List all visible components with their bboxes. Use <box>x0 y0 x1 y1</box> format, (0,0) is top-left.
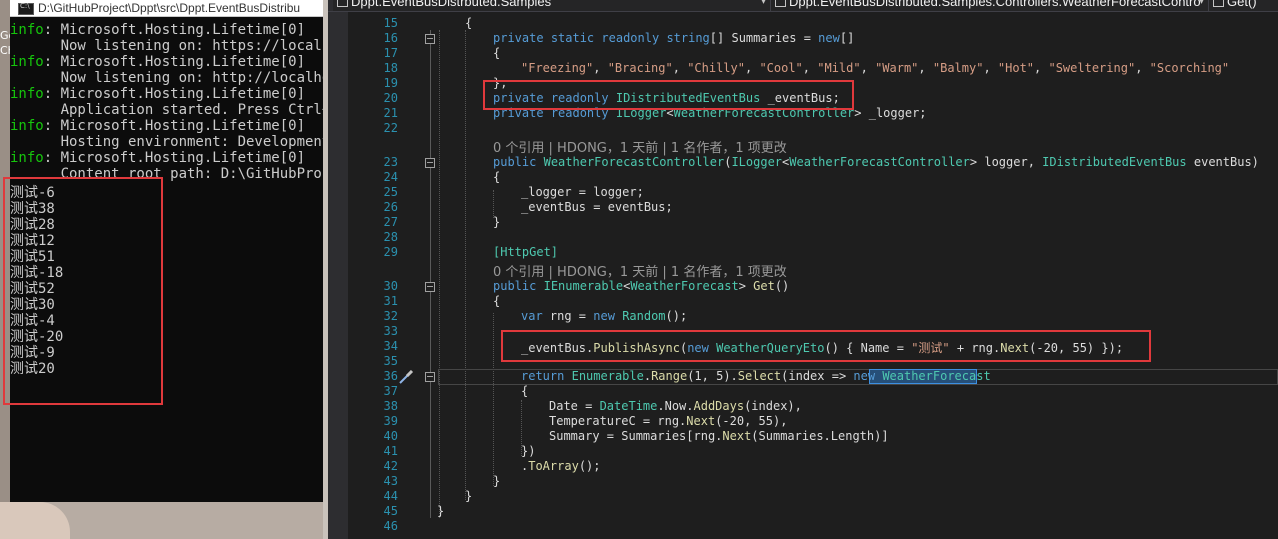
code-line[interactable]: } <box>493 215 500 230</box>
code-line[interactable]: TemperatureC = rng.Next(-20, 55), <box>549 414 787 429</box>
codelens-info[interactable]: 0 个引用 | HDONG，1 天前 | 1 名作者，1 项更改 <box>493 137 787 156</box>
line-number: 27 <box>383 215 398 229</box>
indent-guide <box>465 30 466 500</box>
member-label: Get() <box>1227 0 1257 9</box>
line-number: 38 <box>383 399 398 413</box>
line-number: 43 <box>383 474 398 488</box>
line-number: 41 <box>383 444 398 458</box>
line-number: 24 <box>383 170 398 184</box>
log-line: Hosting environment: Development <box>10 134 323 150</box>
code-editor: Dppt.EventBusDistrbuted.Samples ▾ Dppt.E… <box>328 0 1278 539</box>
line-number: 35 <box>383 354 398 368</box>
line-number: 33 <box>383 324 398 338</box>
class-label: Dppt.EventBusDistributed.Samples.Control… <box>789 0 1201 9</box>
line-number: 17 <box>383 46 398 60</box>
csharp-project-icon <box>337 0 348 7</box>
code-line[interactable]: [HttpGet] <box>493 245 558 260</box>
member-dropdown[interactable]: Get() <box>1209 0 1278 11</box>
code-line[interactable]: } <box>465 489 472 504</box>
line-number: 19 <box>383 76 398 90</box>
line-number: 21 <box>383 106 398 120</box>
code-line[interactable]: } <box>493 474 500 489</box>
indent-guide <box>493 313 494 486</box>
collapse-toggle[interactable] <box>425 372 435 382</box>
log-line: info: Microsoft.Hosting.Lifetime[0] <box>10 54 306 70</box>
desktop-wallpaper <box>0 502 323 539</box>
console-titlebar[interactable]: C:\ D:\GitHubProject\Dppt\src\Dppt.Event… <box>10 0 323 17</box>
line-number: 30 <box>383 279 398 293</box>
indent-guide <box>439 30 440 518</box>
log-line: Now listening on: https://localho <box>10 38 323 54</box>
class-dropdown[interactable]: Dppt.EventBusDistributed.Samples.Control… <box>771 0 1209 11</box>
line-number: 34 <box>383 339 398 353</box>
line-number: 39 <box>383 414 398 428</box>
method-icon <box>1213 0 1224 7</box>
code-line[interactable]: private static readonly string[] Summari… <box>493 31 854 46</box>
line-number: 36 <box>383 369 398 383</box>
code-line[interactable]: { <box>493 170 500 185</box>
line-number: 16 <box>383 31 398 45</box>
console-window: C:\ D:\GitHubProject\Dppt\src\Dppt.Event… <box>0 0 323 539</box>
line-number: 26 <box>383 200 398 214</box>
log-line: info: Microsoft.Hosting.Lifetime[0] <box>10 118 306 134</box>
code-line[interactable]: }) <box>521 444 535 459</box>
log-line: Application started. Press Ctrl+C <box>10 102 323 118</box>
eventbus-field-highlight-box <box>483 80 854 110</box>
console-app-icon: C:\ <box>18 2 34 15</box>
code-line[interactable]: { <box>493 294 500 309</box>
line-number: 22 <box>383 121 398 135</box>
log-line: info: Microsoft.Hosting.Lifetime[0] <box>10 150 306 166</box>
output-highlight-box <box>3 177 163 405</box>
line-number: 25 <box>383 185 398 199</box>
line-number: 46 <box>383 519 398 533</box>
project-label: Dppt.EventBusDistrbuted.Samples <box>351 0 552 9</box>
collapse-toggle[interactable] <box>425 282 435 292</box>
class-icon <box>775 0 786 7</box>
codelens-info[interactable]: 0 个引用 | HDONG，1 天前 | 1 名作者，1 项更改 <box>493 261 787 280</box>
line-number: 40 <box>383 429 398 443</box>
log-line: info: Microsoft.Hosting.Lifetime[0] <box>10 22 306 38</box>
line-number: 31 <box>383 294 398 308</box>
line-number: 18 <box>383 61 398 75</box>
line-number: 45 <box>383 504 398 518</box>
log-line: Now listening on: http://localhos <box>10 70 323 86</box>
publish-call-highlight-box <box>501 330 1151 362</box>
log-line: info: Microsoft.Hosting.Lifetime[0] <box>10 86 306 102</box>
screwdriver-icon[interactable] <box>398 370 414 384</box>
code-line[interactable]: { <box>521 384 528 399</box>
code-line[interactable]: Summary = Summaries[rng.Next(Summaries.L… <box>549 429 889 444</box>
code-line[interactable]: public IEnumerable<WeatherForecast> Get(… <box>493 279 789 294</box>
code-line[interactable]: } <box>437 504 444 519</box>
line-number: 20 <box>383 91 398 105</box>
code-line[interactable]: { <box>493 46 500 61</box>
code-line[interactable]: Date = DateTime.Now.AddDays(index), <box>549 399 802 414</box>
project-dropdown[interactable]: Dppt.EventBusDistrbuted.Samples ▾ <box>333 0 771 11</box>
code-line[interactable]: public WeatherForecastController(ILogger… <box>493 155 1259 170</box>
outlining-guide <box>430 30 431 518</box>
indent-guide <box>493 190 494 218</box>
line-number: 15 <box>383 16 398 30</box>
navigation-bar: Dppt.EventBusDistrbuted.Samples ▾ Dppt.E… <box>328 0 1278 12</box>
chevron-down-icon: ▾ <box>1198 0 1204 7</box>
line-number: 32 <box>383 309 398 323</box>
code-line[interactable]: .ToArray(); <box>521 459 601 474</box>
code-line[interactable]: _eventBus = eventBus; <box>521 200 673 215</box>
line-number: 23 <box>383 155 398 169</box>
collapse-toggle[interactable] <box>425 158 435 168</box>
line-number: 37 <box>383 384 398 398</box>
code-line[interactable]: "Freezing", "Bracing", "Chilly", "Cool",… <box>521 61 1229 76</box>
code-line[interactable]: var rng = new Random(); <box>521 309 687 324</box>
code-line[interactable]: { <box>465 16 472 31</box>
line-number: 28 <box>383 230 398 244</box>
line-number: 44 <box>383 489 398 503</box>
line-number: 42 <box>383 459 398 473</box>
code-line[interactable]: _logger = logger; <box>521 185 644 200</box>
editor-margin <box>328 12 348 539</box>
console-title: D:\GitHubProject\Dppt\src\Dppt.EventBusD… <box>38 1 301 15</box>
line-number: 29 <box>383 245 398 259</box>
code-line[interactable]: return Enumerable.Range(1, 5).Select(ind… <box>521 369 991 384</box>
collapse-toggle[interactable] <box>425 34 435 44</box>
chevron-down-icon: ▾ <box>760 0 766 7</box>
